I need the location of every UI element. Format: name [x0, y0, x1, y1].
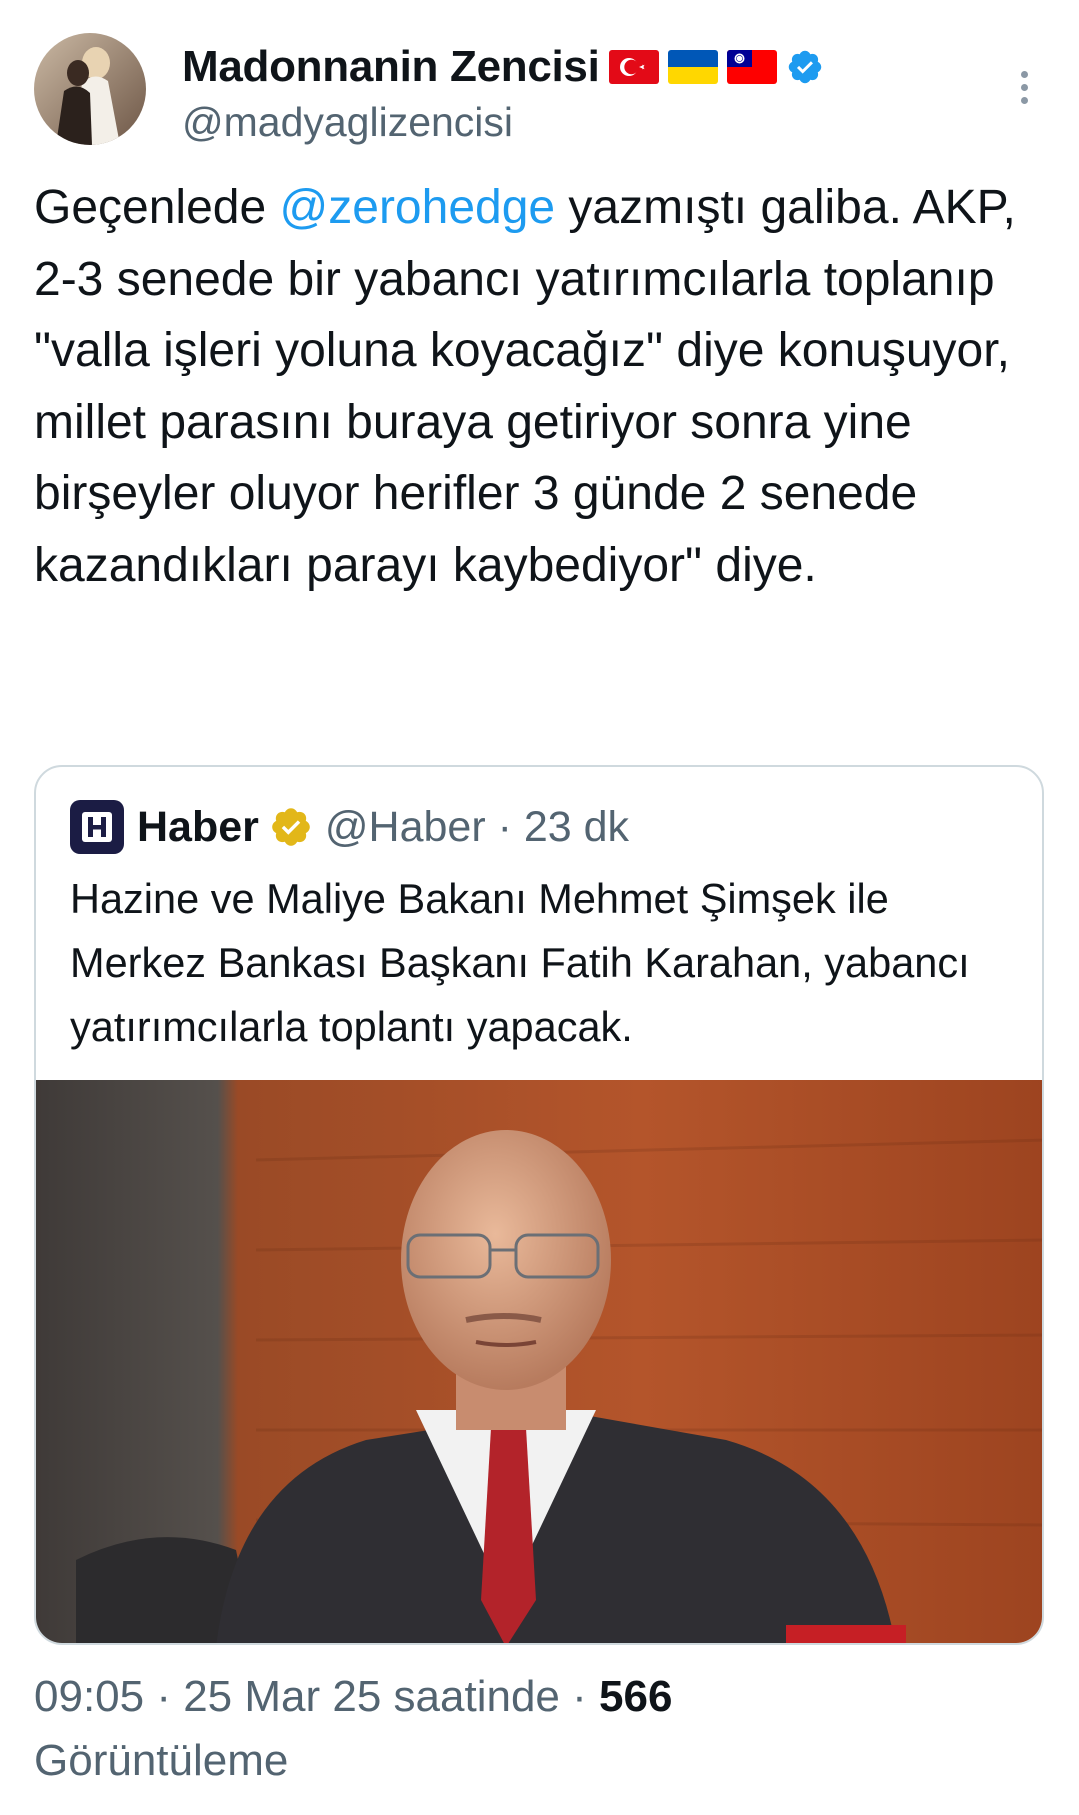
gold-verified-badge-icon [272, 808, 310, 846]
more-options-icon[interactable] [1004, 57, 1044, 117]
quoted-tweet-text: Hazine ve Maliye Bakanı Mehmet Şimşek il… [70, 875, 970, 1050]
quoted-tweet-card[interactable]: Haber @Haber · 23 dk Hazine ve Maliye Ba… [34, 765, 1044, 1645]
quoted-author-name[interactable]: Haber [137, 803, 259, 852]
author-handle[interactable]: @madyaglizencisi [182, 99, 513, 146]
views-count: 566 [599, 1672, 673, 1721]
ukraine-flag-icon [667, 50, 718, 84]
author-avatar[interactable] [34, 33, 146, 145]
turkey-flag-icon [608, 50, 659, 84]
views-label: Görüntüleme [34, 1736, 289, 1785]
tweet-timestamp[interactable]: 09:05 · 25 Mar 25 saatinde · [34, 1672, 599, 1721]
tweet-meta: 09:05 · 25 Mar 25 saatinde · 566 Görüntül… [34, 1665, 1044, 1793]
taiwan-flag-icon [726, 50, 777, 84]
author-name-row: Madonnanin Zencisi [182, 41, 824, 93]
mention-link[interactable]: @zerohedge [280, 181, 556, 234]
quoted-tweet-header: Haber @Haber · 23 dk [70, 797, 629, 857]
tweet-text-before: Geçenlede [34, 181, 280, 234]
author-display-name[interactable]: Madonnanin Zencisi [182, 42, 600, 92]
tweet-text-after: yazmıştı galiba. AKP, 2-3 senede bir yab… [34, 181, 1030, 592]
tweet-text: Geçenlede @zerohedge yazmıştı galiba. AK… [34, 172, 1044, 601]
tweet-header: Madonnanin Zencisi @madyaglizencisi [34, 33, 1044, 148]
haber-logo-icon [70, 800, 124, 854]
verified-badge-icon [788, 50, 821, 84]
quoted-handle-time[interactable]: @Haber · 23 dk [325, 803, 629, 852]
quoted-tweet-photo[interactable] [36, 1080, 1042, 1643]
